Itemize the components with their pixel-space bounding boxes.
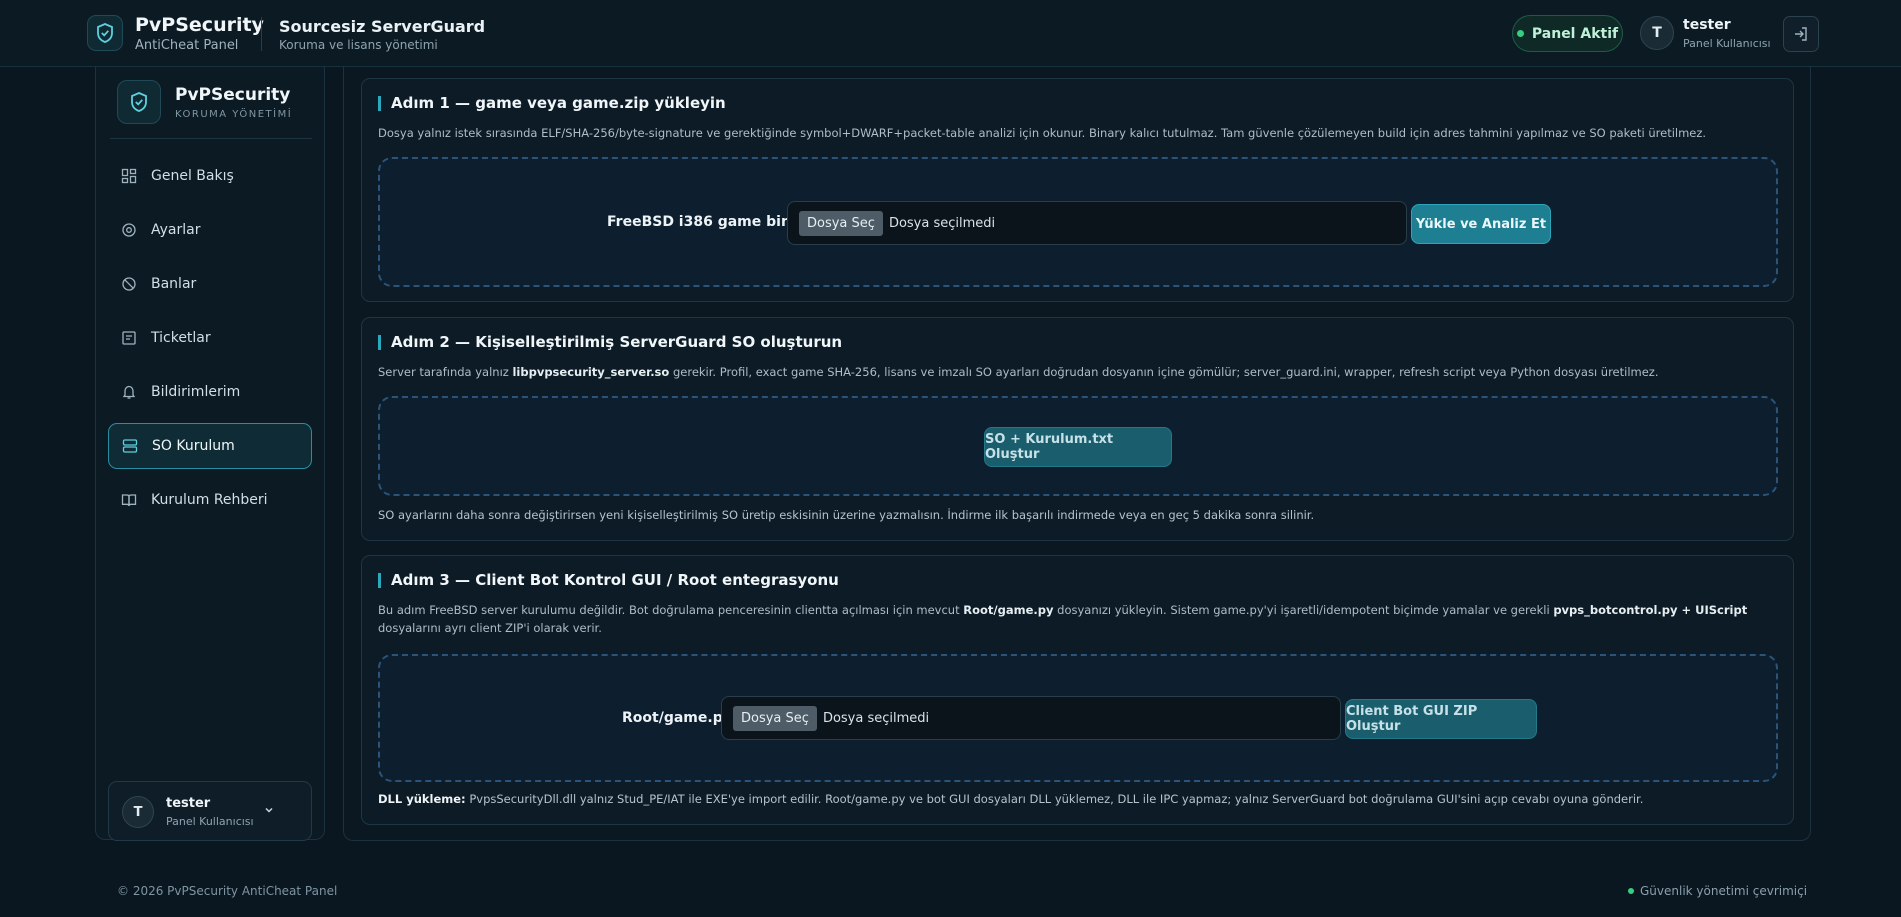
footer-status-label: Güvenlik yönetimi çevrimiçi xyxy=(1640,884,1808,898)
logout-button[interactable] xyxy=(1783,16,1819,52)
game-binary-label: FreeBSD i386 game binary xyxy=(607,214,817,230)
game-py-file-input[interactable]: Dosya Seç Dosya seçilmedi xyxy=(721,696,1341,740)
sidebar-item-overview[interactable]: Genel Bakış xyxy=(108,153,312,199)
choose-file-button[interactable]: Dosya Seç xyxy=(733,705,817,731)
page-title: Sourcesiz ServerGuard xyxy=(279,17,486,36)
sidebar-item-label: Kurulum Rehberi xyxy=(151,492,268,508)
grid-icon xyxy=(121,168,137,184)
step-2-title: Adım 2 — Kişiselleştirilmiş ServerGuard … xyxy=(378,335,842,350)
sidebar-item-setup-guide[interactable]: Kurulum Rehberi xyxy=(108,477,312,523)
shield-logo-icon xyxy=(117,80,161,124)
sidebar-divider xyxy=(110,138,312,139)
brand-name: PvPSecurity xyxy=(135,14,264,36)
step-3-note: DLL yükleme: PvpsSecurityDll.dll yalnız … xyxy=(378,792,1644,806)
main-content: Adım 1 — game veya game.zip yükleyin Dos… xyxy=(343,67,1811,841)
header-user-role: Panel Kullanıcısı xyxy=(1683,37,1771,50)
sidebar-item-label: Bildirimlerim xyxy=(151,384,241,400)
sidebar-brand-subtitle: KORUMA YÖNETİMİ xyxy=(175,109,293,120)
bell-icon xyxy=(121,384,137,400)
ban-icon xyxy=(121,276,137,292)
header-user-name: tester xyxy=(1683,17,1731,33)
brand-subtitle: AntiCheat Panel xyxy=(135,38,239,53)
shield-logo-icon xyxy=(87,15,123,51)
panel-status-badge: Panel Aktif xyxy=(1512,15,1623,52)
sidebar-item-settings[interactable]: Ayarlar xyxy=(108,207,312,253)
avatar[interactable]: T xyxy=(1640,16,1674,50)
chevron-down-icon xyxy=(261,802,277,818)
game-py-label: Root/game.py xyxy=(622,710,732,726)
sidebar-user-role: Panel Kullanıcısı xyxy=(166,815,254,828)
sidebar-item-bans[interactable]: Banlar xyxy=(108,261,312,307)
file-status: Dosya seçilmedi xyxy=(822,710,930,726)
step-3-card: Adım 3 — Client Bot Kontrol GUI / Root e… xyxy=(361,555,1794,825)
footer-copyright: © 2026 PvPSecurity AntiCheat Panel xyxy=(117,884,338,898)
game-binary-file-input[interactable]: Dosya Seç Dosya seçilmedi xyxy=(787,201,1407,245)
gear-icon xyxy=(121,222,137,238)
step-2-dropzone: SO + Kurulum.txt Oluştur xyxy=(378,396,1778,496)
book-icon xyxy=(121,492,137,508)
sidebar-item-label: Ayarlar xyxy=(151,222,201,238)
sidebar-item-label: SO Kurulum xyxy=(152,438,235,454)
sidebar-item-label: Genel Bakış xyxy=(151,168,234,184)
status-dot-icon xyxy=(1516,30,1524,37)
step-3-description: Bu adım FreeBSD server kurulumu değildir… xyxy=(378,603,1748,635)
status-label: Panel Aktif xyxy=(1531,25,1619,42)
sidebar-brand-name: PvPSecurity xyxy=(175,85,291,105)
header-divider xyxy=(261,17,262,51)
sidebar-user-name: tester xyxy=(166,796,211,811)
top-bar: PvPSecurity AntiCheat Panel Sourcesiz Se… xyxy=(0,0,1901,67)
logout-icon xyxy=(1795,27,1807,41)
upload-analyze-button[interactable]: Yükle ve Analiz Et xyxy=(1411,204,1551,244)
sidebar-item-label: Ticketlar xyxy=(151,330,211,346)
server-icon xyxy=(122,438,138,454)
sidebar-item-so-setup[interactable]: SO Kurulum xyxy=(108,423,312,469)
step-2-note: SO ayarlarını daha sonra değiştirirsen y… xyxy=(378,508,1315,522)
file-status: Dosya seçilmedi xyxy=(888,215,996,231)
sidebar: PvPSecurity KORUMA YÖNETİMİ Genel Bakış … xyxy=(95,67,325,841)
page-subtitle: Koruma ve lisans yönetimi xyxy=(279,38,438,52)
step-1-card: Adım 1 — game veya game.zip yükleyin Dos… xyxy=(361,78,1794,302)
create-client-zip-button[interactable]: Client Bot GUI ZIP Oluştur xyxy=(1345,699,1537,739)
sidebar-item-notifications[interactable]: Bildirimlerim xyxy=(108,369,312,415)
step-1-title: Adım 1 — game veya game.zip yükleyin xyxy=(378,96,726,111)
footer-status: Güvenlik yönetimi çevrimiçi xyxy=(1628,884,1807,898)
sidebar-item-label: Banlar xyxy=(151,276,197,292)
sidebar-user-menu[interactable]: T tester Panel Kullanıcısı xyxy=(108,781,312,841)
choose-file-button[interactable]: Dosya Seç xyxy=(799,210,883,236)
step-3-dropzone[interactable]: Root/game.py Dosya Seç Dosya seçilmedi C… xyxy=(378,654,1778,782)
step-1-dropzone[interactable]: FreeBSD i386 game binary Dosya Seç Dosya… xyxy=(378,157,1778,287)
avatar: T xyxy=(122,796,154,828)
step-2-description: Server tarafında yalnız libpvpsecurity_s… xyxy=(378,365,1659,379)
step-3-title: Adım 3 — Client Bot Kontrol GUI / Root e… xyxy=(378,573,839,588)
step-1-description: Dosya yalnız istek sırasında ELF/SHA-256… xyxy=(378,126,1707,140)
step-2-card: Adım 2 — Kişiselleştirilmiş ServerGuard … xyxy=(361,317,1794,541)
sidebar-item-tickets[interactable]: Ticketlar xyxy=(108,315,312,361)
ticket-icon xyxy=(121,330,137,346)
create-so-button[interactable]: SO + Kurulum.txt Oluştur xyxy=(984,427,1172,467)
status-dot-icon xyxy=(1628,888,1634,894)
